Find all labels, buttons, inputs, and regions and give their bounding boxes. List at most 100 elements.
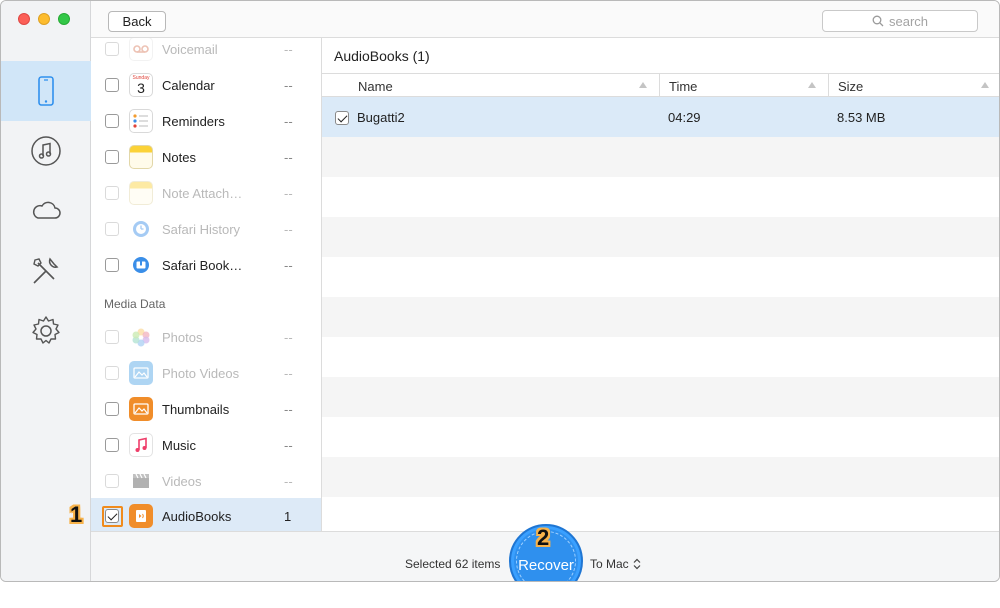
window-controls bbox=[18, 13, 70, 25]
note-attachment-icon bbox=[129, 181, 153, 205]
category-list: Voicemail -- Sunday 3 Calendar -- Remind… bbox=[91, 38, 322, 531]
checkbox-checked[interactable] bbox=[105, 509, 119, 523]
checkbox[interactable] bbox=[105, 186, 119, 200]
category-label: Music bbox=[162, 437, 196, 453]
videos-icon bbox=[129, 469, 153, 493]
empty-row bbox=[322, 217, 999, 257]
category-label: Photos bbox=[162, 329, 203, 345]
category-label: Thumbnails bbox=[162, 401, 230, 417]
tools-icon bbox=[33, 257, 59, 284]
music-note-icon bbox=[31, 136, 61, 166]
selection-summary: Selected 62 items bbox=[405, 557, 501, 571]
row-checkbox[interactable] bbox=[335, 111, 349, 125]
category-photo-videos[interactable]: Photo Videos -- bbox=[91, 355, 321, 391]
empty-row bbox=[322, 377, 999, 417]
category-safari-history[interactable]: Safari History -- bbox=[91, 211, 321, 247]
rail-item-tools[interactable] bbox=[1, 241, 91, 301]
category-music[interactable]: Music -- bbox=[91, 427, 321, 463]
step-number-2: 2 bbox=[537, 525, 550, 550]
category-count: -- bbox=[284, 41, 293, 57]
category-photos[interactable]: Photos -- bbox=[91, 319, 321, 355]
chevron-updown-icon bbox=[633, 558, 641, 570]
category-label: Safari Book… bbox=[162, 257, 243, 273]
category-label: Voicemail bbox=[162, 41, 218, 57]
back-button[interactable]: Back bbox=[108, 11, 166, 32]
category-notes[interactable]: Notes -- bbox=[91, 139, 321, 175]
search-placeholder: search bbox=[888, 13, 929, 29]
column-header-name[interactable]: Name bbox=[322, 74, 660, 98]
calendar-icon: Sunday 3 bbox=[129, 73, 153, 97]
music-icon bbox=[129, 433, 153, 457]
table-row[interactable]: Bugatti2 04:29 8.53 MB bbox=[322, 97, 999, 137]
category-reminders[interactable]: Reminders -- bbox=[91, 103, 321, 139]
category-count: -- bbox=[284, 473, 293, 489]
category-label: Photo Videos bbox=[162, 365, 240, 381]
checkbox[interactable] bbox=[105, 366, 119, 380]
rail-item-settings[interactable] bbox=[1, 301, 91, 361]
app-window: Back search Voicemail -- Sunday 3 Calend… bbox=[0, 0, 1000, 582]
empty-row bbox=[322, 417, 999, 457]
column-header-time[interactable]: Time bbox=[660, 74, 829, 98]
section-header-media: Media Data bbox=[104, 297, 166, 311]
voicemail-icon bbox=[129, 38, 153, 61]
checkbox[interactable] bbox=[105, 222, 119, 236]
search-input[interactable]: search bbox=[822, 10, 978, 32]
notes-icon bbox=[129, 145, 153, 169]
category-note-attachments[interactable]: Note Attach… -- bbox=[91, 175, 321, 211]
category-count: -- bbox=[284, 113, 293, 129]
close-window-button[interactable] bbox=[18, 13, 30, 25]
safari-bookmark-icon bbox=[129, 253, 153, 277]
thumbnails-icon bbox=[129, 397, 153, 421]
photo-videos-icon bbox=[129, 361, 153, 385]
checkbox[interactable] bbox=[105, 474, 119, 488]
reminders-icon bbox=[129, 109, 153, 133]
cell-size: 8.53 MB bbox=[837, 109, 886, 125]
rail-item-itunes[interactable] bbox=[1, 121, 91, 181]
step-number-1: 1 bbox=[70, 502, 83, 527]
gear-icon bbox=[32, 316, 60, 344]
category-thumbnails[interactable]: Thumbnails -- bbox=[91, 391, 321, 427]
empty-row bbox=[322, 497, 999, 531]
category-label: AudioBooks bbox=[162, 508, 232, 524]
table-header: Name Time Size bbox=[322, 73, 999, 98]
main-panel: AudioBooks (1) Name Time Size Bugatti2 0… bbox=[322, 38, 999, 531]
category-voicemail[interactable]: Voicemail -- bbox=[91, 38, 321, 67]
category-videos[interactable]: Videos -- bbox=[91, 463, 321, 499]
photos-icon bbox=[129, 325, 153, 349]
checkbox[interactable] bbox=[105, 78, 119, 92]
recover-label: Recover bbox=[518, 556, 574, 574]
audiobooks-icon bbox=[129, 504, 153, 528]
category-safari-bookmarks[interactable]: Safari Book… -- bbox=[91, 247, 321, 283]
category-count: -- bbox=[284, 77, 293, 93]
empty-row bbox=[322, 137, 999, 177]
side-rail bbox=[1, 1, 91, 581]
category-label: Videos bbox=[162, 473, 202, 489]
sort-arrow-icon bbox=[981, 82, 989, 88]
rail-item-icloud[interactable] bbox=[1, 181, 91, 241]
checkbox[interactable] bbox=[105, 402, 119, 416]
destination-select[interactable]: To Mac bbox=[590, 557, 641, 571]
empty-row bbox=[322, 177, 999, 217]
checkbox[interactable] bbox=[105, 258, 119, 272]
checkbox[interactable] bbox=[105, 150, 119, 164]
category-count: 1 bbox=[284, 508, 292, 524]
category-count: -- bbox=[284, 257, 293, 273]
checkbox[interactable] bbox=[105, 330, 119, 344]
minimize-window-button[interactable] bbox=[38, 13, 50, 25]
category-count: -- bbox=[284, 221, 293, 237]
column-header-size[interactable]: Size bbox=[829, 74, 999, 98]
checkbox[interactable] bbox=[105, 438, 119, 452]
checkbox[interactable] bbox=[105, 114, 119, 128]
safari-history-icon bbox=[129, 217, 153, 241]
category-count: -- bbox=[284, 401, 293, 417]
category-count: -- bbox=[284, 329, 293, 345]
destination-label: To Mac bbox=[590, 557, 629, 571]
rail-item-device[interactable] bbox=[1, 61, 91, 121]
category-label: Safari History bbox=[162, 221, 241, 237]
zoom-window-button[interactable] bbox=[58, 13, 70, 25]
category-calendar[interactable]: Sunday 3 Calendar -- bbox=[91, 67, 321, 103]
category-count: -- bbox=[284, 437, 293, 453]
checkbox[interactable] bbox=[105, 42, 119, 56]
category-audiobooks[interactable]: AudioBooks 1 bbox=[91, 498, 321, 531]
category-label: Calendar bbox=[162, 77, 215, 93]
